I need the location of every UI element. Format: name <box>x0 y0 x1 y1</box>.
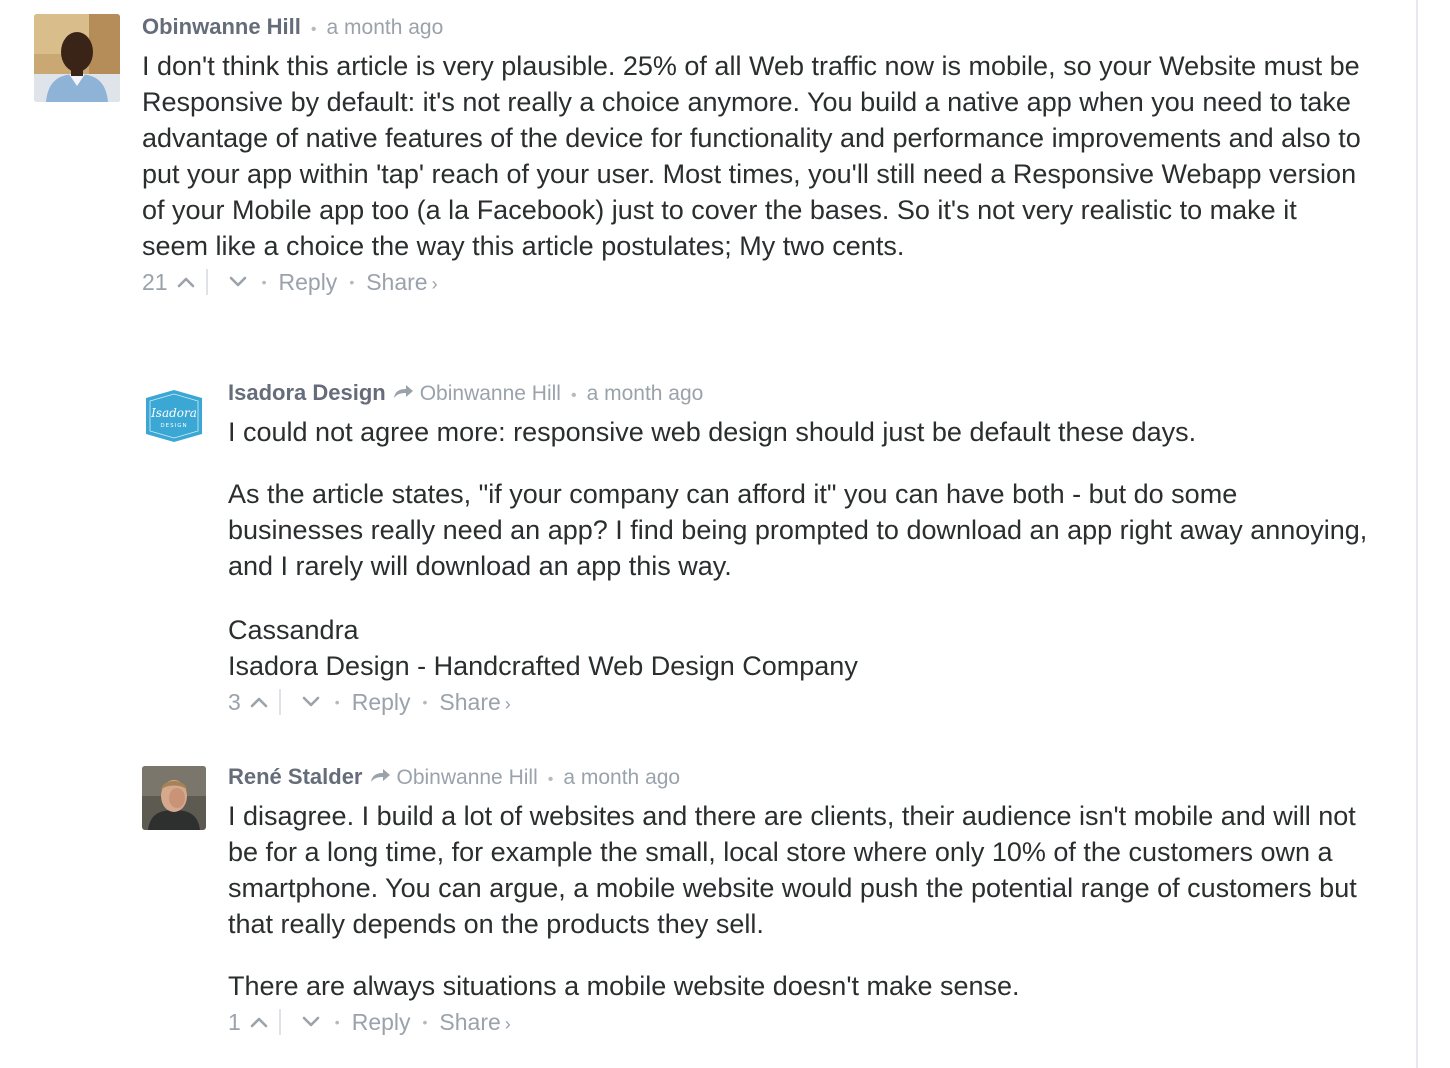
share-label: Share <box>439 1008 501 1035</box>
comment-header: Obinwanne Hill • a month ago <box>142 14 1362 40</box>
separator-dot: • <box>547 771 554 788</box>
separator-dot: • <box>261 274 267 290</box>
vote-count: 3 <box>228 688 241 715</box>
comment-body: I disagree. I build a lot of websites an… <box>228 798 1378 1004</box>
chevron-right-icon: › <box>504 693 511 714</box>
comment-footer: 21 • Reply • Share › <box>142 266 1362 298</box>
comment-time[interactable]: a month ago <box>327 16 444 40</box>
vote-divider <box>278 689 281 715</box>
share-button[interactable]: Share › <box>366 269 437 296</box>
comment-signature-company: Isadora Design - Handcrafted Web Design … <box>228 651 858 681</box>
comment-thread: Obinwanne Hill • a month ago I don't thi… <box>0 0 1450 1068</box>
vote-divider <box>205 269 208 295</box>
vote-divider <box>278 1009 281 1035</box>
reply-button[interactable]: Reply <box>352 1009 411 1036</box>
reply-button[interactable]: Reply <box>352 689 411 716</box>
share-button[interactable]: Share › <box>439 1009 510 1036</box>
separator-dot: • <box>334 694 340 710</box>
person-photo-avatar-icon <box>34 14 120 102</box>
upvote-icon[interactable] <box>174 270 198 294</box>
comment-paragraph: I could not agree more: responsive web d… <box>228 417 1197 447</box>
person-photo-avatar-icon <box>142 766 206 830</box>
separator-dot: • <box>570 387 577 404</box>
chevron-right-icon: › <box>431 273 438 294</box>
user-avatar[interactable]: Isadora DESIGN <box>142 384 206 448</box>
comment-time[interactable]: a month ago <box>563 766 680 790</box>
user-avatar[interactable] <box>34 14 120 102</box>
reply-button[interactable]: Reply <box>279 269 338 296</box>
comment-author[interactable]: Obinwanne Hill <box>142 14 301 40</box>
share-label: Share <box>366 268 428 295</box>
share-button[interactable]: Share › <box>439 689 510 716</box>
comment-header: Isadora Design Obinwanne Hill • a month … <box>228 380 1378 406</box>
separator-dot: • <box>349 274 355 290</box>
reply-arrow-icon <box>369 767 391 790</box>
comment-paragraph: As the article states, "if your company … <box>228 479 1368 581</box>
comment-body: I don't think this article is very plaus… <box>142 48 1362 264</box>
downvote-icon[interactable] <box>226 270 250 294</box>
share-label: Share <box>439 688 501 715</box>
user-avatar[interactable] <box>142 766 206 830</box>
comment-paragraph: I disagree. I build a lot of websites an… <box>228 801 1357 939</box>
chevron-right-icon: › <box>504 1013 511 1034</box>
separator-dot: • <box>422 694 428 710</box>
vote-count: 21 <box>142 268 168 295</box>
upvote-icon[interactable] <box>247 1010 271 1034</box>
comment-body: I could not agree more: responsive web d… <box>228 414 1378 684</box>
scrollbar-track[interactable] <box>1416 0 1418 1068</box>
comment-paragraph: There are always situations a mobile web… <box>228 971 1020 1001</box>
comment-header: René Stalder Obinwanne Hill • a month ag… <box>228 764 1378 790</box>
comment-footer: 3 • Reply • Share › <box>228 686 1378 718</box>
comment-time[interactable]: a month ago <box>587 382 704 406</box>
comment-paragraph: I don't think this article is very plaus… <box>142 51 1361 261</box>
comment-footer: 1 • Reply • Share › <box>228 1006 1378 1038</box>
parent-author-link[interactable]: Obinwanne Hill <box>397 766 538 790</box>
comment-signature-name: Cassandra <box>228 615 359 645</box>
isadora-logo-avatar-icon: Isadora DESIGN <box>142 384 206 448</box>
separator-dot: • <box>310 21 317 38</box>
logo-text: Isadora <box>150 406 197 420</box>
comment-author[interactable]: René Stalder <box>228 764 363 790</box>
separator-dot: • <box>334 1014 340 1030</box>
separator-dot: • <box>422 1014 428 1030</box>
upvote-icon[interactable] <box>247 690 271 714</box>
vote-count: 1 <box>228 1008 241 1035</box>
logo-subtext: DESIGN <box>160 423 187 429</box>
comment-author[interactable]: Isadora Design <box>228 380 386 406</box>
reply-arrow-icon <box>392 383 414 406</box>
parent-author-link[interactable]: Obinwanne Hill <box>420 382 561 406</box>
downvote-icon[interactable] <box>299 690 323 714</box>
downvote-icon[interactable] <box>299 1010 323 1034</box>
